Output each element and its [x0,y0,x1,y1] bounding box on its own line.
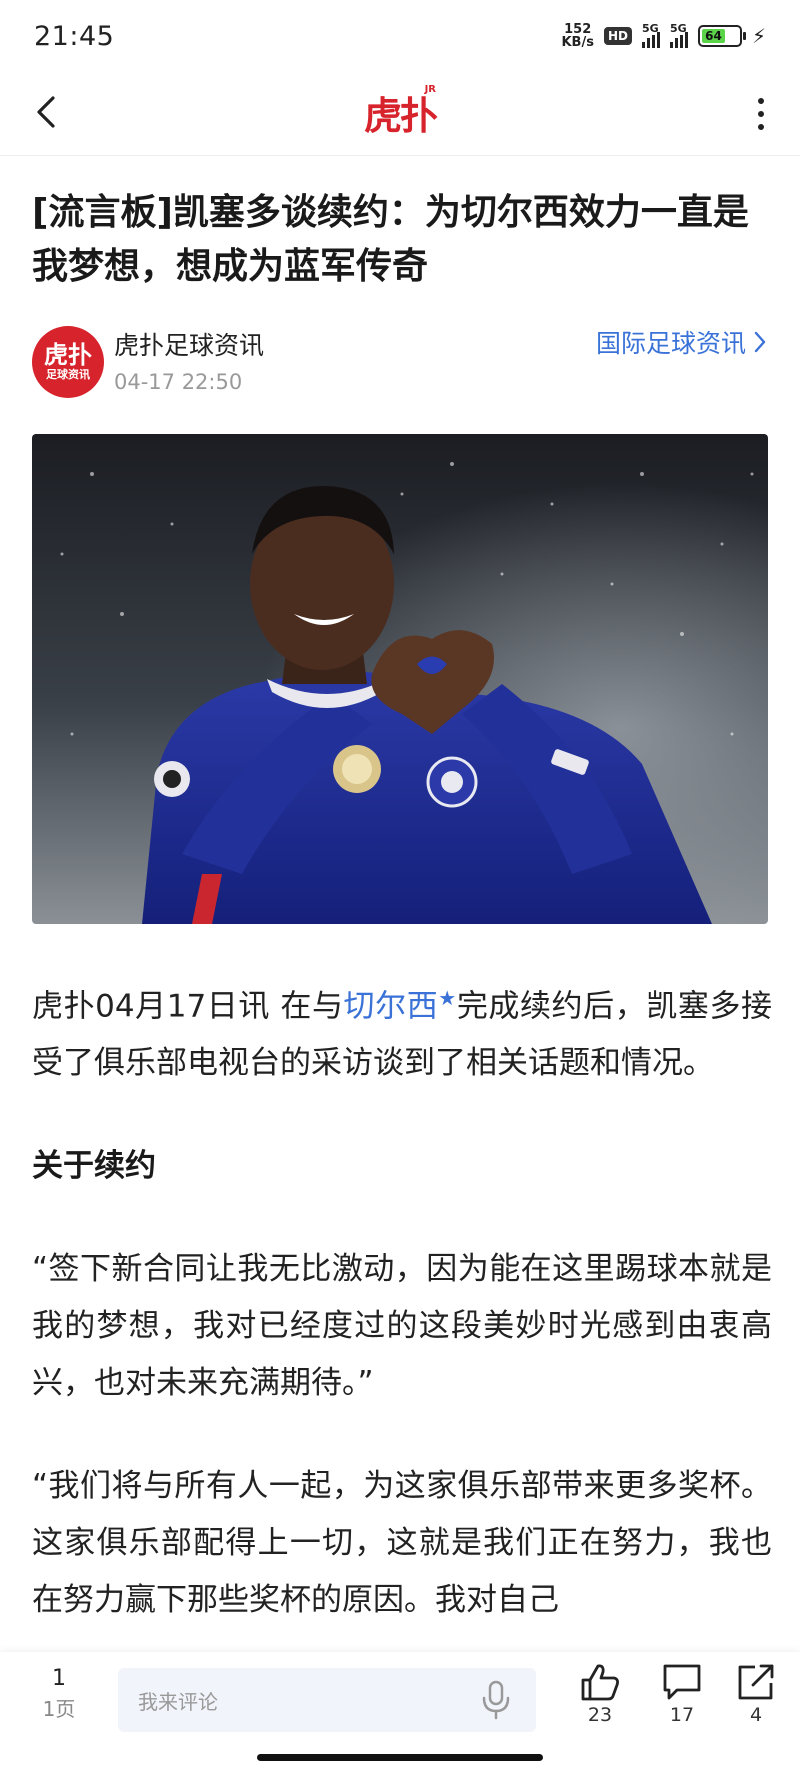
paragraph-intro: 虎扑04月17日讯 在与切尔西★完成续约后，凯塞多接受了俱乐部电视台的采访谈到了… [32,986,773,1082]
back-button[interactable] [26,90,66,134]
status-bar: 21:45 152 KB/s HD 5G 5G 64 ⚡ [0,0,800,72]
microphone-icon [482,1680,510,1720]
mic-button[interactable] [476,1678,516,1722]
thumbs-up-icon [581,1664,619,1701]
share-button[interactable]: 4 [726,1662,786,1726]
paragraph-quote-2: “我们将与所有人一起，为这家俱乐部带来更多奖杯。这家俱乐部配得上一切，这就是我们… [32,1468,772,1619]
hero-image[interactable] [32,434,768,924]
app-logo: 虎扑 JR [363,84,438,138]
vertical-dots-icon [758,98,764,104]
comment-input[interactable]: 我来评论 [118,1668,536,1732]
share-arrow-icon [738,1664,774,1700]
chevron-left-icon [37,96,55,128]
article-body: 虎扑04月17日讯 在与切尔西★完成续约后，凯塞多接受了俱乐部电视台的采访谈到了… [32,970,772,1675]
star-icon: ★ [438,986,457,1010]
speech-bubble-icon [663,1664,701,1700]
like-button[interactable]: 23 [570,1662,630,1726]
chevron-right-icon [754,331,766,353]
status-time: 21:45 [34,20,115,52]
player-photo [32,434,768,924]
author-name[interactable]: 虎扑足球资讯 [114,326,264,362]
category-link[interactable]: 国际足球资讯 [596,324,766,360]
battery-icon: 64 [697,25,746,47]
author-avatar[interactable]: 虎扑 足球资讯 [32,326,104,398]
paragraph-quote-1: “签下新合同让我无比激动，因为能在这里踢球本就是我的梦想，我对已经度过的这段美妙… [32,1251,772,1402]
network-speed: 152 KB/s [561,22,594,50]
article-title: [流言板]凯塞多谈续约：为切尔西效力一直是我梦想，想成为蓝军传奇 [32,192,749,287]
post-time: 04-17 22:50 [114,370,243,394]
signal-icon: 5G [641,22,660,48]
section-heading: 关于续约 [32,1148,156,1185]
status-icons: 152 KB/s HD 5G 5G 64 ⚡ [561,22,766,50]
home-indicator[interactable] [257,1754,543,1761]
page-indicator[interactable]: 1 1页 [36,1664,82,1724]
nav-bar: 虎扑 JR [0,72,800,156]
hd-badge: HD [603,27,632,45]
more-options-button[interactable] [746,92,776,136]
charging-icon: ⚡ [751,24,766,48]
club-link[interactable]: 切尔西 [344,988,439,1024]
comments-button[interactable]: 17 [652,1662,712,1726]
signal-icon-2: 5G [669,22,688,48]
